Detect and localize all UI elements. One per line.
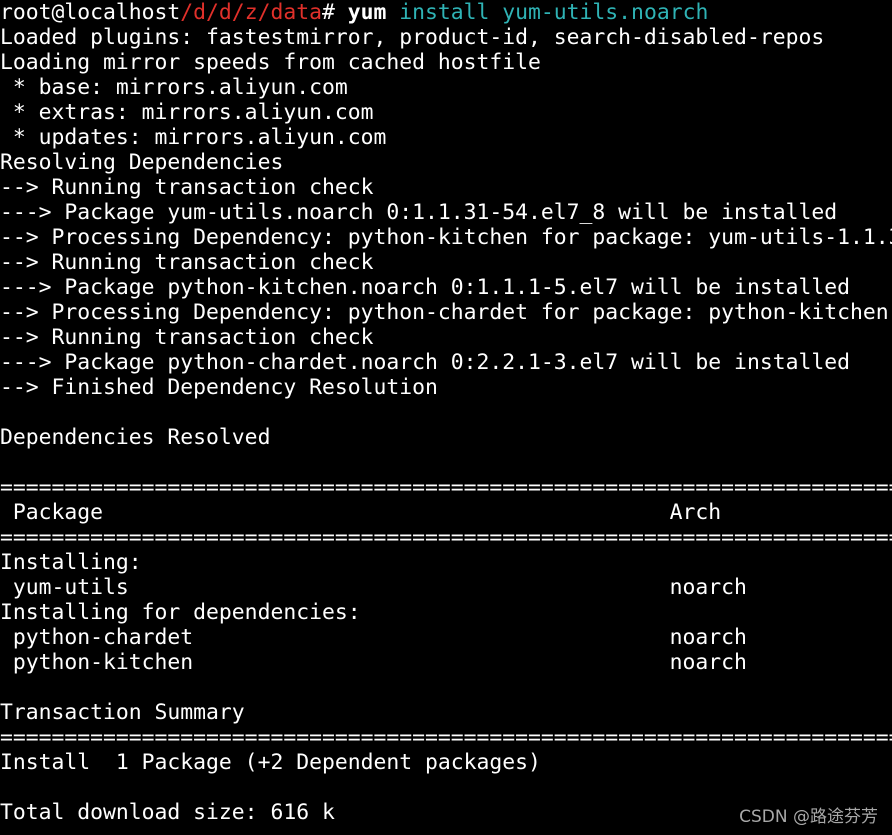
output-line: yum-utils noarch	[0, 575, 747, 600]
output-line: Loading mirror speeds from cached hostfi…	[0, 50, 541, 75]
output-line: ---> Package yum-utils.noarch 0:1.1.31-5…	[0, 200, 838, 225]
output-line: * extras: mirrors.aliyun.com	[0, 100, 374, 125]
output-line: --> Running transaction check	[0, 175, 374, 200]
prompt-symbol: #	[321, 0, 348, 25]
output-line: --> Processing Dependency: python-charde…	[0, 300, 892, 325]
command-name: yum	[347, 0, 387, 25]
output-line: python-chardet noarch	[0, 625, 747, 650]
watermark: CSDN @路途芬芳	[739, 807, 878, 827]
output-line: --> Finished Dependency Resolution	[0, 375, 438, 400]
output-line: --> Processing Dependency: python-kitche…	[0, 225, 892, 250]
output-line: --> Running transaction check	[0, 250, 374, 275]
prompt-path: /d/d/z/data	[180, 0, 322, 25]
output-line: Resolving Dependencies	[0, 150, 284, 175]
terminal-window[interactable]: root@localhost/d/d/z/data# yum install y…	[0, 0, 892, 835]
output-line: Install 1 Package (+2 Dependent packages…	[0, 750, 541, 775]
prompt-line: root@localhost/d/d/z/data# yum install y…	[0, 0, 892, 25]
output-line: ---> Package python-chardet.noarch 0:2.2…	[0, 350, 850, 375]
output-line: ---> Package python-kitchen.noarch 0:1.1…	[0, 275, 850, 300]
output-line: Installing:	[0, 550, 142, 575]
output-line: ========================================…	[0, 725, 892, 750]
output-line: Package Arch	[0, 500, 722, 525]
terminal-output: Loaded plugins: fastestmirror, product-i…	[0, 25, 892, 825]
output-line: Installing for dependencies:	[0, 600, 361, 625]
command-args: install yum-utils.noarch	[386, 0, 709, 25]
output-line: * base: mirrors.aliyun.com	[0, 75, 348, 100]
output-line: * updates: mirrors.aliyun.com	[0, 125, 387, 150]
output-line: Loaded plugins: fastestmirror, product-i…	[0, 25, 825, 50]
output-line: ========================================…	[0, 525, 892, 550]
output-line: ========================================…	[0, 475, 892, 500]
output-line: python-kitchen noarch	[0, 650, 747, 675]
output-line: --> Running transaction check	[0, 325, 374, 350]
output-line: Transaction Summary	[0, 700, 245, 725]
output-line: Dependencies Resolved	[0, 425, 271, 450]
prompt-user-host: root@localhost	[0, 0, 181, 25]
